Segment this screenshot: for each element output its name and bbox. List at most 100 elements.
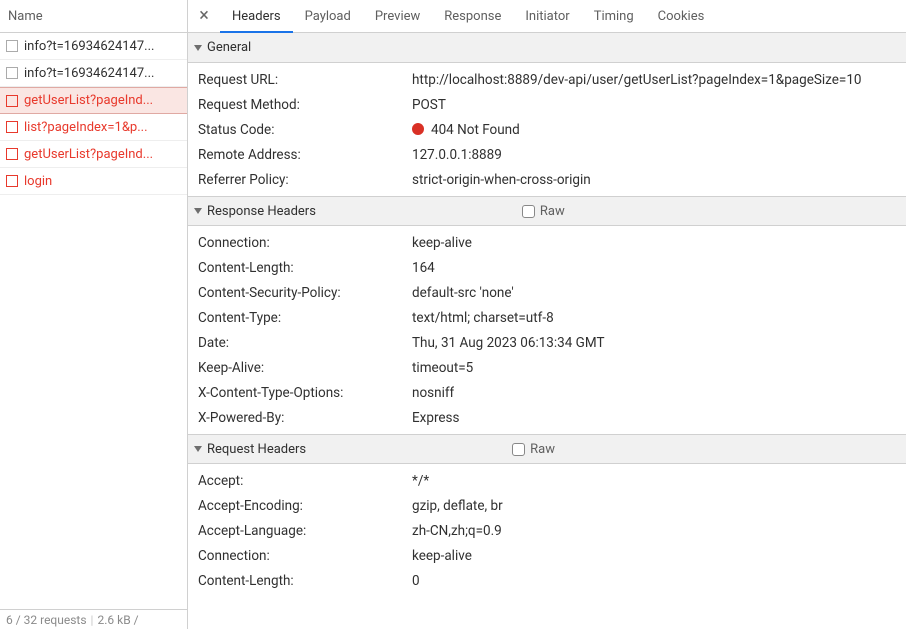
tab-headers[interactable]: Headers bbox=[220, 0, 293, 33]
document-icon bbox=[6, 121, 18, 133]
request-list-footer: 6 / 32 requests | 2.6 kB / bbox=[0, 609, 187, 629]
header-key: Request Method: bbox=[198, 96, 412, 114]
header-key: Connection: bbox=[198, 234, 412, 252]
header-key: X-Content-Type-Options: bbox=[198, 384, 412, 402]
header-row: Request URL:http://localhost:8889/dev-ap… bbox=[188, 67, 906, 92]
document-icon bbox=[6, 40, 18, 52]
tab-initiator[interactable]: Initiator bbox=[513, 0, 581, 33]
header-value: POST bbox=[412, 96, 446, 114]
requests-count: 6 / 32 requests bbox=[6, 613, 87, 627]
tab-preview[interactable]: Preview bbox=[363, 0, 432, 33]
header-value: nosniff bbox=[412, 384, 454, 402]
tab-timing[interactable]: Timing bbox=[582, 0, 646, 33]
header-row: Accept-Encoding:gzip, deflate, br bbox=[188, 493, 906, 518]
header-key: Date: bbox=[198, 334, 412, 352]
document-icon bbox=[6, 67, 18, 79]
header-row: Date:Thu, 31 Aug 2023 06:13:34 GMT bbox=[188, 330, 906, 355]
header-row: Content-Security-Policy:default-src 'non… bbox=[188, 280, 906, 305]
header-value: zh-CN,zh;q=0.9 bbox=[412, 522, 502, 540]
header-value: 127.0.0.1:8889 bbox=[412, 146, 502, 164]
header-key: Remote Address: bbox=[198, 146, 412, 164]
request-row[interactable]: getUserList?pageInd... bbox=[0, 87, 187, 114]
document-icon bbox=[6, 95, 18, 107]
request-row[interactable]: info?t=16934624147... bbox=[0, 60, 187, 87]
header-key: Content-Length: bbox=[198, 259, 412, 277]
header-row: Content-Type:text/html; charset=utf-8 bbox=[188, 305, 906, 330]
general-section-header[interactable]: General bbox=[188, 33, 906, 63]
request-row[interactable]: info?t=16934624147... bbox=[0, 33, 187, 60]
header-value: keep-alive bbox=[412, 234, 472, 252]
header-key: Keep-Alive: bbox=[198, 359, 412, 377]
close-icon[interactable]: × bbox=[194, 6, 214, 26]
response-headers-title: Response Headers bbox=[207, 204, 316, 219]
header-key: Request URL: bbox=[198, 71, 412, 89]
header-key: Accept-Encoding: bbox=[198, 497, 412, 515]
request-name: list?pageIndex=1&p... bbox=[24, 120, 148, 135]
header-value: http://localhost:8889/dev-api/user/getUs… bbox=[412, 71, 862, 89]
status-dot-icon bbox=[412, 123, 424, 135]
tab-response[interactable]: Response bbox=[432, 0, 513, 33]
request-row[interactable]: login bbox=[0, 168, 187, 195]
header-row: Content-Length:0 bbox=[188, 568, 906, 593]
tab-cookies[interactable]: Cookies bbox=[646, 0, 717, 33]
header-key: Content-Security-Policy: bbox=[198, 284, 412, 302]
header-row: Status Code:404 Not Found bbox=[188, 117, 906, 142]
chevron-down-icon bbox=[194, 208, 202, 214]
raw-checkbox[interactable] bbox=[522, 205, 535, 218]
header-key: X-Powered-By: bbox=[198, 409, 412, 427]
header-value: strict-origin-when-cross-origin bbox=[412, 171, 591, 189]
document-icon bbox=[6, 175, 18, 187]
request-headers-body: Accept:*/*Accept-Encoding:gzip, deflate,… bbox=[188, 464, 906, 597]
header-row: Content-Length:164 bbox=[188, 255, 906, 280]
network-request-list-panel: Name info?t=16934624147...info?t=1693462… bbox=[0, 0, 188, 629]
response-headers-section-header[interactable]: Response Headers Raw bbox=[188, 196, 906, 226]
request-headers-section-header[interactable]: Request Headers Raw bbox=[188, 434, 906, 464]
request-row[interactable]: list?pageIndex=1&p... bbox=[0, 114, 187, 141]
header-value: timeout=5 bbox=[412, 359, 473, 377]
header-value: text/html; charset=utf-8 bbox=[412, 309, 554, 327]
header-value: keep-alive bbox=[412, 547, 472, 565]
details-tabbar: × HeadersPayloadPreviewResponseInitiator… bbox=[188, 0, 906, 33]
header-key: Status Code: bbox=[198, 121, 412, 139]
header-key: Content-Type: bbox=[198, 309, 412, 327]
raw-label: Raw bbox=[540, 204, 565, 219]
request-list: info?t=16934624147... info?t=16934624147.… bbox=[0, 33, 187, 609]
tab-payload[interactable]: Payload bbox=[293, 0, 363, 33]
header-row: Request Method:POST bbox=[188, 92, 906, 117]
chevron-down-icon bbox=[194, 446, 202, 452]
name-column-header[interactable]: Name bbox=[0, 0, 187, 33]
footer-separator: | bbox=[91, 613, 94, 627]
header-value: Express bbox=[412, 409, 460, 427]
header-value: */* bbox=[412, 472, 429, 490]
header-key: Content-Length: bbox=[198, 572, 412, 590]
raw-label: Raw bbox=[530, 442, 555, 457]
header-row: Connection:keep-alive bbox=[188, 543, 906, 568]
general-section-body: Request URL:http://localhost:8889/dev-ap… bbox=[188, 63, 906, 196]
request-headers-title: Request Headers bbox=[207, 442, 306, 457]
header-value: default-src 'none' bbox=[412, 284, 514, 302]
transfer-size: 2.6 kB / bbox=[97, 613, 138, 627]
headers-content: General Request URL:http://localhost:888… bbox=[188, 33, 906, 629]
request-name: info?t=16934624147... bbox=[24, 39, 154, 54]
request-name: login bbox=[24, 174, 52, 189]
header-row: X-Powered-By:Express bbox=[188, 405, 906, 430]
header-key: Accept: bbox=[198, 472, 412, 490]
request-details-panel: × HeadersPayloadPreviewResponseInitiator… bbox=[188, 0, 906, 629]
header-row: X-Content-Type-Options:nosniff bbox=[188, 380, 906, 405]
request-name: getUserList?pageInd... bbox=[24, 147, 153, 162]
header-value: gzip, deflate, br bbox=[412, 497, 503, 515]
header-value: 0 bbox=[412, 572, 420, 590]
header-row: Accept:*/* bbox=[188, 468, 906, 493]
header-row: Keep-Alive:timeout=5 bbox=[188, 355, 906, 380]
header-value: Thu, 31 Aug 2023 06:13:34 GMT bbox=[412, 334, 605, 352]
general-title: General bbox=[207, 40, 251, 55]
header-row: Accept-Language:zh-CN,zh;q=0.9 bbox=[188, 518, 906, 543]
response-headers-body: Connection:keep-aliveContent-Length:164C… bbox=[188, 226, 906, 434]
request-name: getUserList?pageInd... bbox=[24, 93, 153, 108]
raw-checkbox[interactable] bbox=[512, 443, 525, 456]
header-row: Referrer Policy:strict-origin-when-cross… bbox=[188, 167, 906, 192]
header-key: Accept-Language: bbox=[198, 522, 412, 540]
header-row: Connection:keep-alive bbox=[188, 230, 906, 255]
request-row[interactable]: getUserList?pageInd... bbox=[0, 141, 187, 168]
header-value: 404 Not Found bbox=[412, 121, 520, 139]
